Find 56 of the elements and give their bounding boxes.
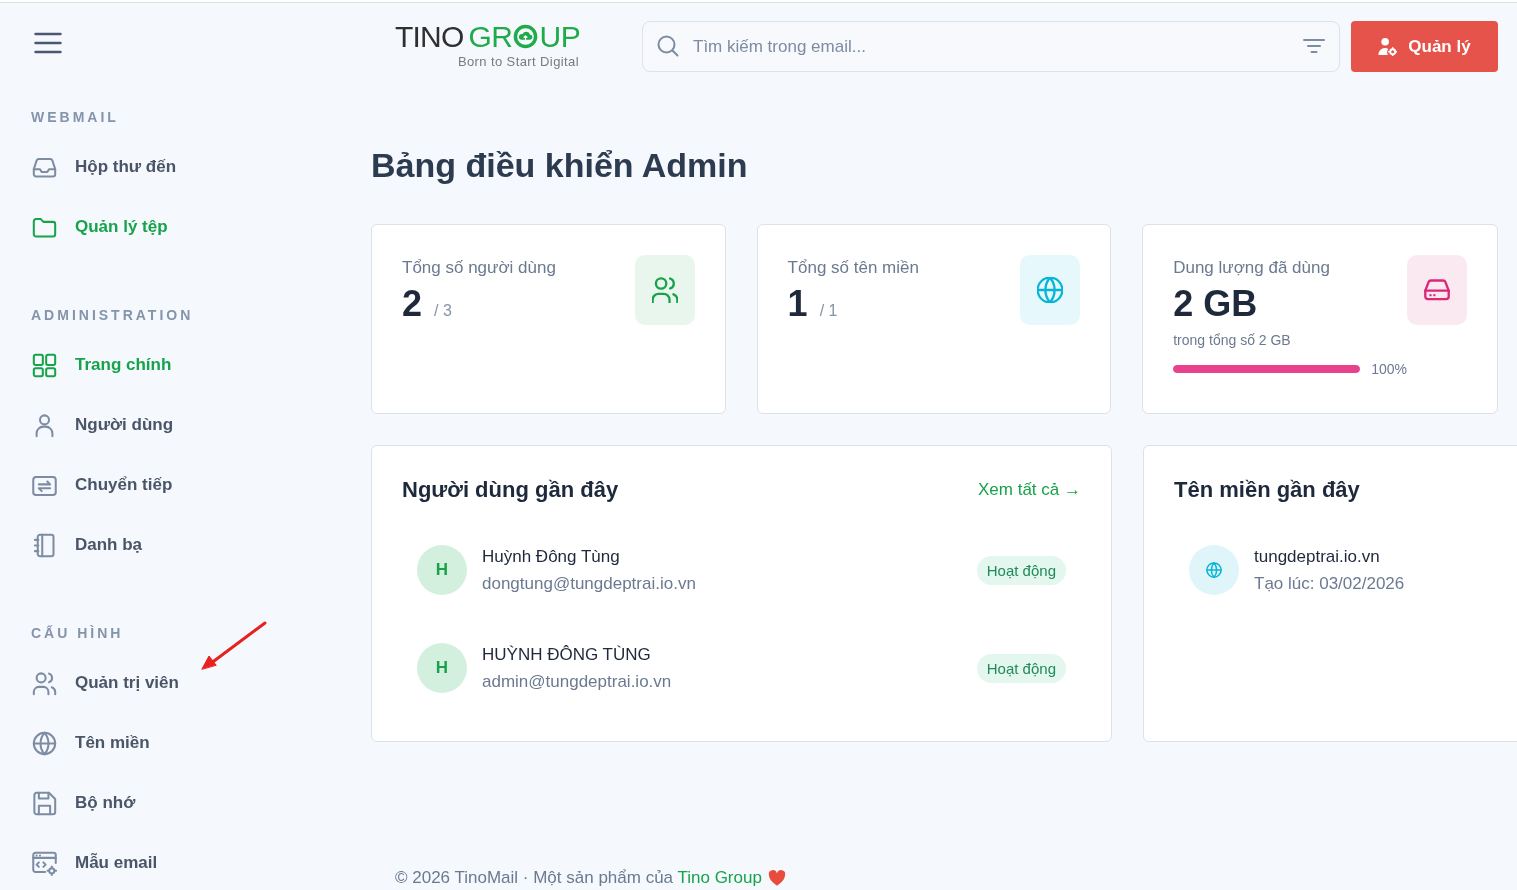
user-email: admin@tungdeptrai.io.vn — [482, 671, 672, 692]
sidebar-item[interactable]: Chuyển tiếp — [31, 470, 173, 500]
domain-created: Tạo lúc: 03/02/2026 — [1254, 573, 1405, 594]
annotation-arrow-icon — [200, 620, 268, 670]
stat-value: 2 GB — [1173, 282, 1258, 325]
sidebar-item[interactable]: Mẫu email — [31, 848, 158, 878]
stat-label: Dung lượng đã dùng — [1173, 258, 1331, 278]
domain-name: tungdeptrai.io.vn — [1254, 546, 1380, 567]
logo-text: GR — [468, 24, 513, 49]
sidebar-item[interactable]: Danh bạ — [31, 530, 143, 560]
search-field[interactable]: Tìm kiếm trong email... — [642, 21, 1340, 72]
search-icon — [656, 34, 680, 58]
user-name: HUỲNH ĐÔNG TÙNG — [482, 644, 651, 665]
sidebar-item[interactable]: Tên miền — [31, 728, 150, 758]
card-title: Tên miền gần đây — [1174, 477, 1360, 503]
menu-icon — [34, 31, 62, 55]
section-label: ADMINISTRATION — [30, 306, 195, 325]
status-badge: Hoạt động — [976, 653, 1066, 683]
filter-icon — [1303, 38, 1325, 54]
logo-text: TINO — [395, 24, 464, 49]
sidebar-item[interactable]: Quản trị viên — [31, 668, 179, 698]
sidebar-item[interactable]: Bộ nhớ — [31, 788, 136, 818]
heart-icon — [767, 870, 786, 886]
globe-icon — [31, 729, 58, 757]
card-title: Người dùng gần đây — [402, 477, 619, 503]
stat-note: trong tổng số 2 GB — [1173, 331, 1292, 349]
globe-icon — [1189, 545, 1239, 595]
stat-label: Tổng số người dùng — [402, 258, 556, 278]
code-window-icon — [31, 849, 58, 877]
logo-text: UP — [539, 24, 581, 49]
stat-total: / 1 — [819, 301, 838, 321]
stat-label: Tổng số tên miền — [787, 258, 919, 278]
user-gear-icon — [1378, 37, 1398, 56]
users-icon — [31, 669, 58, 697]
stat-total: / 3 — [434, 301, 452, 321]
status-badge: Hoạt động — [976, 555, 1066, 585]
progress-reading: 100% — [1371, 361, 1407, 377]
stat-value: 1 — [787, 282, 808, 325]
page-title: Bảng điều khiển Admin — [371, 145, 749, 186]
notebook-icon — [31, 531, 58, 559]
logo-cloud-ring-icon — [513, 24, 539, 49]
menu-button[interactable] — [34, 31, 62, 55]
section-label: CẤU HÌNH — [30, 624, 125, 643]
stat-value: 2 — [402, 282, 423, 325]
user-email: dongtung@tungdeptrai.io.vn — [482, 573, 696, 594]
admin-button[interactable]: Quản lý — [1351, 21, 1498, 72]
user-name: Huỳnh Đông Tùng — [482, 546, 620, 567]
footer-text: © 2026 TinoMail · Một sản phẩm của Tino Group — [395, 868, 762, 888]
user-avatar: H — [417, 545, 467, 595]
filter-button[interactable] — [1303, 38, 1325, 54]
grid-icon — [31, 351, 58, 379]
logo-tagline: Born to Start Digital — [456, 54, 580, 69]
sidebar-item[interactable]: Hộp thư đến — [31, 152, 177, 182]
section-label: WEBMAIL — [30, 108, 120, 127]
sidebar-item[interactable]: Người dùng — [31, 410, 174, 440]
user-avatar: H — [417, 643, 467, 693]
